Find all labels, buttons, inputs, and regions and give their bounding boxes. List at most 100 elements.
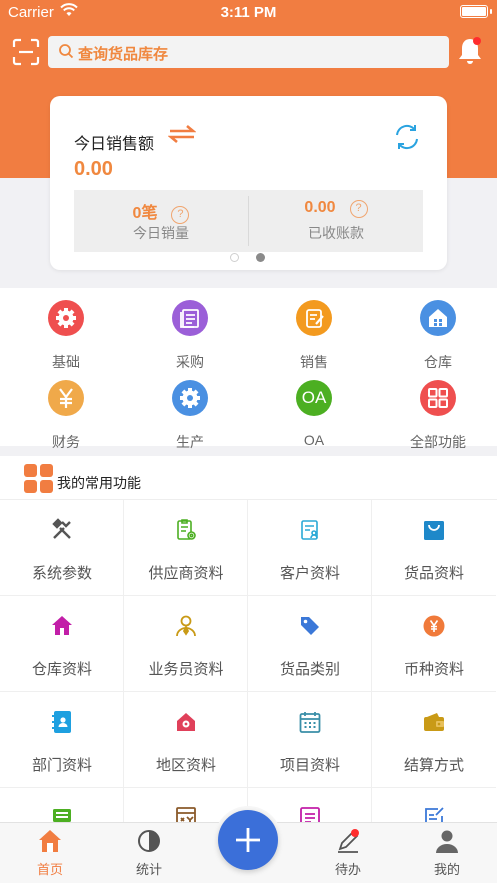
gear-icon bbox=[48, 300, 84, 336]
module-all-functions[interactable]: 全部功能 bbox=[376, 380, 497, 450]
help-icon[interactable]: ? bbox=[171, 206, 190, 224]
stat-received: 0.00? 已收账款 bbox=[249, 190, 423, 252]
stat-value: 0.00 bbox=[304, 199, 336, 216]
calendar-icon bbox=[298, 710, 322, 734]
module-grid: 基础 采购 销售 仓库 财务 生产 OA OA 全部功能 bbox=[0, 288, 497, 450]
module-label: 采购 bbox=[176, 354, 204, 370]
module-oa[interactable]: OA OA bbox=[252, 380, 376, 450]
swap-icon[interactable] bbox=[167, 124, 197, 149]
tag-icon bbox=[298, 614, 322, 638]
top-header: 查询货品库存 bbox=[0, 32, 497, 72]
func-label: 客户资料 bbox=[279, 565, 340, 582]
func-salesman[interactable]: 业务员资料 bbox=[124, 596, 248, 692]
tab-todo[interactable]: 待办 bbox=[298, 823, 398, 883]
func-label: 仓库资料 bbox=[31, 661, 92, 678]
func-goods[interactable]: 货品资料 bbox=[372, 500, 496, 596]
func-goods-category[interactable]: 货品类别 bbox=[248, 596, 372, 692]
func-warehouse[interactable]: 仓库资料 bbox=[0, 596, 124, 692]
tab-statistics[interactable]: 统计 bbox=[99, 823, 199, 883]
supplier-icon bbox=[174, 518, 198, 542]
func-region[interactable]: 地区资料 bbox=[124, 692, 248, 788]
person-icon bbox=[434, 828, 460, 854]
customer-icon bbox=[298, 518, 322, 542]
clock: 3:11 PM bbox=[220, 4, 277, 21]
grid-icon bbox=[420, 380, 456, 416]
func-label: 业务员资料 bbox=[148, 661, 224, 678]
refresh-icon[interactable] bbox=[392, 122, 422, 157]
grid-icon bbox=[24, 464, 53, 498]
tools-icon bbox=[50, 518, 74, 542]
bag-icon bbox=[422, 518, 446, 542]
module-label: 全部功能 bbox=[410, 434, 466, 450]
add-button[interactable] bbox=[218, 810, 278, 870]
yen-icon bbox=[48, 380, 84, 416]
search-icon bbox=[58, 43, 74, 64]
tab-home[interactable]: 首页 bbox=[0, 823, 100, 883]
stat-today-sales-count: 0笔? 今日销量 bbox=[74, 190, 248, 252]
module-label: 生产 bbox=[176, 434, 204, 450]
tab-label: 统计 bbox=[135, 862, 162, 877]
module-sales[interactable]: 销售 bbox=[252, 300, 376, 370]
func-label: 币种资料 bbox=[403, 661, 464, 678]
status-bar: Carrier 3:11 PM bbox=[0, 0, 497, 26]
battery-icon bbox=[460, 5, 488, 18]
todo-icon bbox=[335, 828, 361, 854]
stat-label: 今日销量 bbox=[133, 225, 189, 241]
department-icon bbox=[50, 710, 74, 734]
warehouse-icon bbox=[420, 300, 456, 336]
common-functions-title: 我的常用功能 bbox=[57, 475, 141, 491]
search-input[interactable]: 查询货品库存 bbox=[48, 36, 449, 68]
stat-label: 已收账款 bbox=[308, 225, 364, 241]
plus-icon bbox=[234, 826, 262, 859]
func-project[interactable]: 项目资料 bbox=[248, 692, 372, 788]
salesman-icon bbox=[174, 614, 198, 638]
help-icon[interactable]: ? bbox=[349, 200, 368, 218]
func-label: 地区资料 bbox=[155, 757, 216, 774]
notification-badge bbox=[473, 37, 481, 45]
sales-stats: 0笔? 今日销量 0.00? 已收账款 bbox=[74, 190, 423, 252]
module-production[interactable]: 生产 bbox=[128, 380, 252, 450]
sales-amount: 0.00 bbox=[74, 158, 113, 180]
func-label: 货品资料 bbox=[403, 565, 464, 582]
func-currency[interactable]: 币种资料 bbox=[372, 596, 496, 692]
tab-label: 首页 bbox=[36, 862, 63, 877]
tab-mine[interactable]: 我的 bbox=[397, 823, 497, 883]
stat-value: 0笔 bbox=[132, 205, 158, 222]
purchase-icon bbox=[172, 300, 208, 336]
currency-icon bbox=[422, 614, 446, 638]
region-icon bbox=[174, 710, 198, 734]
tab-label: 待办 bbox=[334, 862, 361, 877]
func-label: 项目资料 bbox=[279, 757, 340, 774]
func-label: 供应商资料 bbox=[148, 565, 224, 582]
common-functions-header: 我的常用功能 bbox=[0, 456, 497, 500]
func-label: 结算方式 bbox=[403, 757, 464, 774]
func-label: 货品类别 bbox=[279, 661, 340, 678]
tab-label: 我的 bbox=[433, 862, 460, 877]
scan-icon[interactable] bbox=[12, 38, 40, 66]
search-placeholder: 查询货品库存 bbox=[78, 46, 169, 63]
func-system-params[interactable]: 系统参数 bbox=[0, 500, 124, 596]
module-finance[interactable]: 财务 bbox=[4, 380, 128, 450]
module-basic[interactable]: 基础 bbox=[4, 300, 128, 370]
pie-chart-icon bbox=[136, 828, 162, 854]
module-purchase[interactable]: 采购 bbox=[128, 300, 252, 370]
oa-icon: OA bbox=[296, 380, 332, 416]
module-label: 基础 bbox=[52, 354, 80, 370]
page-dot-active[interactable] bbox=[256, 253, 265, 262]
bell-icon[interactable] bbox=[456, 36, 486, 68]
page-dot[interactable] bbox=[230, 253, 239, 262]
module-label: 财务 bbox=[52, 434, 80, 450]
func-customer[interactable]: 客户资料 bbox=[248, 500, 372, 596]
module-warehouse[interactable]: 仓库 bbox=[376, 300, 497, 370]
module-label: 仓库 bbox=[424, 354, 452, 370]
module-label: 销售 bbox=[300, 354, 328, 370]
module-label: OA bbox=[303, 432, 325, 448]
sales-title: 今日销售额 bbox=[74, 136, 155, 153]
func-department[interactable]: 部门资料 bbox=[0, 692, 124, 788]
home-icon bbox=[50, 614, 74, 638]
func-settlement[interactable]: 结算方式 bbox=[372, 692, 496, 788]
func-supplier[interactable]: 供应商资料 bbox=[124, 500, 248, 596]
sales-summary-card: 今日销售额 0.00 0笔? 今日销量 0.00? 已收账款 bbox=[50, 96, 447, 270]
wallet-icon bbox=[422, 710, 446, 734]
gear-icon bbox=[172, 380, 208, 416]
